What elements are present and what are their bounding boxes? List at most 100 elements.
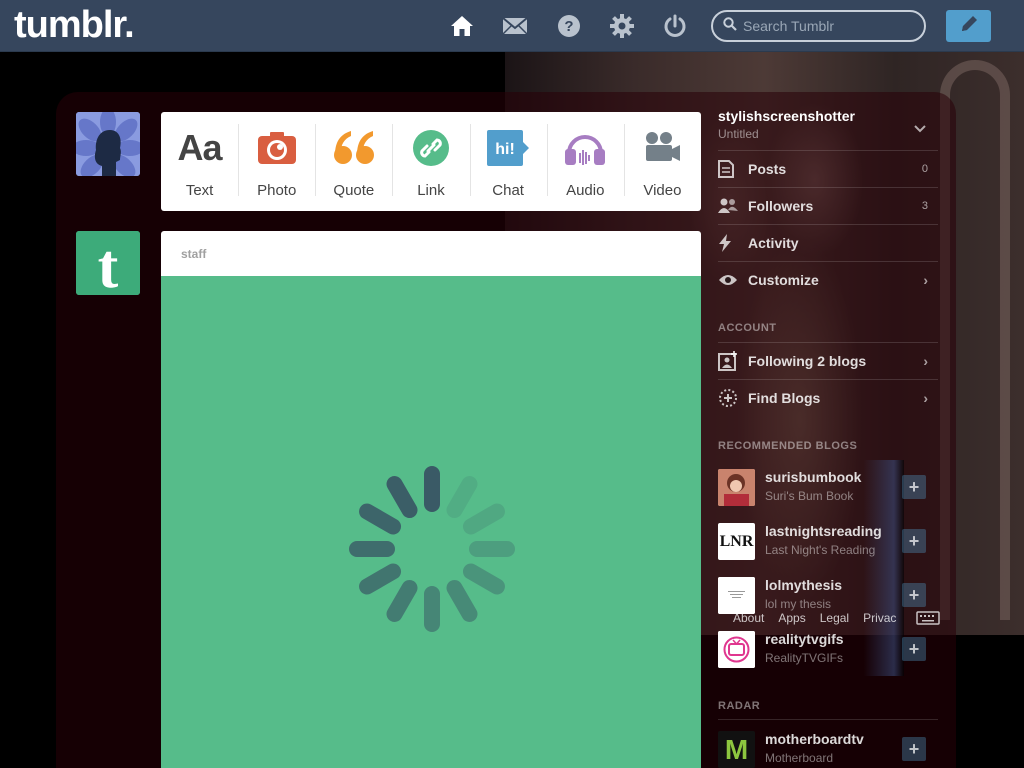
blog-title: Last Night's Reading xyxy=(765,543,876,557)
blog-name: motherboardtv xyxy=(765,731,864,747)
post-type-label: Video xyxy=(643,182,682,199)
blog-title: lol my thesis xyxy=(765,597,832,611)
blog-name: lastnightsreading xyxy=(765,523,882,539)
footer-link-legal[interactable]: Legal xyxy=(820,611,849,625)
follow-button[interactable]: + xyxy=(902,583,926,607)
user-avatar[interactable] xyxy=(76,112,140,176)
follow-button[interactable]: + xyxy=(902,637,926,661)
following-icon xyxy=(718,351,742,371)
compose-button[interactable] xyxy=(946,10,991,42)
quote-icon xyxy=(333,128,375,168)
top-navigation-bar: tumblr. ? xyxy=(0,0,1024,52)
recommended-blog[interactable]: surisbumbook Suri's Bum Book + xyxy=(718,469,938,523)
post-type-link[interactable]: Link xyxy=(392,112,469,211)
chevron-right-icon: › xyxy=(923,353,928,369)
pencil-icon xyxy=(959,14,979,39)
footer-link-about[interactable]: About xyxy=(733,611,764,625)
search-input[interactable] xyxy=(743,18,913,34)
blog-title: Suri's Bum Book xyxy=(765,489,854,503)
post-type-video[interactable]: Video xyxy=(623,112,701,211)
blog-avatar: M xyxy=(718,731,755,768)
footer-link-privacy[interactable]: Privac xyxy=(863,611,896,625)
footer-links: About Apps Legal Privac xyxy=(733,611,896,625)
sidebar-item-label: Following 2 blogs xyxy=(748,353,867,369)
photo-icon xyxy=(257,128,296,168)
settings-icon[interactable] xyxy=(609,13,635,39)
blog-avatar-text: LNR xyxy=(719,532,754,550)
sidebar-item-label: Activity xyxy=(748,235,799,251)
sidebar-item-customize[interactable]: Customize › xyxy=(718,261,938,298)
radar-divider xyxy=(718,719,938,720)
posts-count: 0 xyxy=(921,163,928,175)
blog-name[interactable]: stylishscreenshotter xyxy=(718,108,855,124)
blog-title: Motherboard xyxy=(765,751,834,765)
search-icon xyxy=(723,16,737,36)
post-type-audio[interactable]: Audio xyxy=(546,112,624,211)
follow-button[interactable]: + xyxy=(902,529,926,553)
inbox-icon[interactable] xyxy=(502,13,528,39)
svg-text:t: t xyxy=(98,233,119,295)
svg-text:?: ? xyxy=(564,18,573,35)
chevron-right-icon: › xyxy=(923,390,928,406)
post-type-photo[interactable]: Photo xyxy=(238,112,315,211)
blog-avatar xyxy=(718,577,755,614)
sidebar-item-label: Posts xyxy=(748,161,787,177)
blog-name: lolmythesis xyxy=(765,577,843,593)
post-type-label: Chat xyxy=(492,182,524,199)
post-type-label: Photo xyxy=(257,182,297,199)
customize-icon xyxy=(718,273,742,287)
post-type-text[interactable]: Aa Text xyxy=(161,112,238,211)
recommended-blog[interactable]: LNR lastnightsreading Last Night's Readi… xyxy=(718,523,938,577)
help-icon[interactable]: ? xyxy=(556,13,582,39)
blog-avatar xyxy=(718,469,755,506)
recommended-heading: Recommended Blogs xyxy=(718,440,858,452)
post-type-label: Quote xyxy=(333,182,375,199)
follow-button[interactable]: + xyxy=(902,475,926,499)
blog-avatar-text: M xyxy=(724,733,749,765)
search-field[interactable] xyxy=(711,10,926,42)
sidebar-item-find-blogs[interactable]: Find Blogs › xyxy=(718,379,938,416)
sidebar-item-posts[interactable]: Posts 0 xyxy=(718,150,938,187)
radar-heading: Radar xyxy=(718,700,761,712)
link-icon xyxy=(412,128,449,168)
sidebar-item-following[interactable]: Following 2 blogs › xyxy=(718,342,938,379)
post-type-label: Link xyxy=(417,182,445,199)
home-icon[interactable] xyxy=(449,13,475,39)
text-icon: Aa xyxy=(177,127,223,168)
post-type-chat[interactable]: hi! Chat xyxy=(469,112,547,211)
post-media xyxy=(161,276,701,768)
sidebar-item-followers[interactable]: Followers 3 xyxy=(718,187,938,224)
keyboard-icon[interactable] xyxy=(916,611,940,630)
chat-icon: hi! xyxy=(487,128,530,168)
svg-text:hi!: hi! xyxy=(495,141,515,158)
account-heading: Account xyxy=(718,322,777,334)
followers-icon xyxy=(718,198,742,214)
footer-link-apps[interactable]: Apps xyxy=(778,611,805,625)
video-icon xyxy=(644,128,681,168)
activity-icon xyxy=(718,234,742,252)
post-type-quote[interactable]: Quote xyxy=(315,112,392,211)
staff-post: staff xyxy=(161,231,701,768)
tumblr-logo[interactable]: tumblr. xyxy=(14,4,135,47)
sidebar-item-label: Followers xyxy=(748,198,814,214)
sidebar-item-activity[interactable]: Activity xyxy=(718,224,938,261)
radar-blog[interactable]: M motherboardtv Motherboard + xyxy=(718,731,938,768)
chevron-right-icon: › xyxy=(923,272,928,288)
find-blogs-icon xyxy=(718,388,742,408)
followers-count: 3 xyxy=(921,200,928,212)
blog-title: Untitled xyxy=(718,127,759,141)
blog-name: realitytvgifs xyxy=(765,631,844,647)
post-author[interactable]: staff xyxy=(161,231,701,276)
blog-name: surisbumbook xyxy=(765,469,862,485)
post-type-label: Text xyxy=(185,182,214,199)
loading-spinner-icon xyxy=(349,466,515,632)
logout-icon[interactable] xyxy=(662,13,688,39)
posts-icon xyxy=(718,160,742,178)
blog-avatar xyxy=(718,631,755,668)
blog-avatar: LNR xyxy=(718,523,755,560)
follow-button[interactable]: + xyxy=(902,737,926,761)
staff-avatar[interactable]: t xyxy=(76,231,140,295)
recommended-blog[interactable]: realitytvgifs RealityTVGIFs + xyxy=(718,631,938,685)
chevron-down-icon[interactable] xyxy=(914,120,926,138)
post-type-bar: Aa Text Photo Quote Link hi! Chat Audio xyxy=(161,112,701,211)
